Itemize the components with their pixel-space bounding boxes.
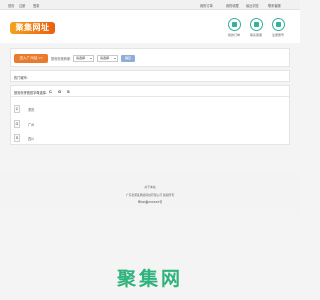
province-finder-label: 按省份找商家:	[51, 57, 72, 61]
finder-panel: 进入广州站 >> 按省份找商家: 请选择 请选择 确定	[10, 48, 290, 67]
footer-copyright: 广东省聚集网络科技有限公司 版权所有	[125, 193, 175, 197]
topbar-link-favorites[interactable]: 我的收藏	[226, 3, 239, 8]
topbar-link-orders[interactable]: 我的订单	[200, 3, 213, 8]
service-icon[interactable]	[250, 18, 263, 31]
site-logo[interactable]: 聚集网址	[10, 22, 55, 34]
list-item: G 广州	[11, 117, 289, 131]
top-bar: 首页 注册 登录 我的订单 我的收藏 最近浏览 联系客服	[0, 0, 300, 10]
letter-badge: S	[14, 133, 20, 142]
list-item: C 重庆	[11, 102, 289, 116]
city-link[interactable]: 重庆	[28, 107, 34, 112]
topbar-link-service[interactable]: 联系客服	[268, 3, 281, 8]
footer-about-link[interactable]: 关于本站	[0, 185, 300, 189]
orders-icon[interactable]	[228, 18, 241, 31]
province-select-value: 请选择	[76, 55, 86, 60]
pinyin-label: 按省份拼音首字母选择:	[14, 90, 47, 95]
topbar-link-home[interactable]: 首页	[8, 3, 14, 8]
pinyin-letter-link[interactable]: G	[58, 89, 61, 94]
province-select[interactable]: 请选择	[73, 54, 94, 62]
list-item: S 四川	[11, 131, 289, 145]
city-link[interactable]: 广州	[28, 122, 34, 127]
quick-link-service[interactable]: 联系客服	[246, 33, 266, 37]
hot-cities-label: 热门城市:	[14, 76, 28, 80]
join-city-button[interactable]: 进入广州站 >>	[14, 54, 48, 63]
city-select-value: 请选择	[100, 55, 110, 60]
city-link[interactable]: 四川	[28, 136, 34, 141]
register-icon[interactable]	[272, 18, 285, 31]
chevron-down-icon	[90, 57, 92, 59]
letter-badge: G	[14, 119, 20, 128]
footer-icp[interactable]: 粤ICP备XXXXXX号	[0, 200, 300, 204]
confirm-button[interactable]: 确定	[121, 54, 135, 62]
quick-link-orders[interactable]: 我的订单	[224, 33, 244, 37]
chevron-down-icon	[114, 57, 116, 59]
city-select[interactable]: 请选择	[97, 54, 118, 62]
topbar-link-recent[interactable]: 最近浏览	[246, 3, 259, 8]
hot-cities-panel: 热门城市:	[10, 70, 290, 82]
pinyin-letter-link[interactable]: C	[49, 89, 52, 94]
quick-link-register[interactable]: 注册账号	[268, 33, 288, 37]
brand-watermark: 聚集网	[116, 268, 183, 290]
pinyin-panel: 按省份拼音首字母选择: C G S C 重庆 G 广州 S 四川	[10, 85, 290, 145]
letter-badge: C	[14, 104, 20, 113]
pinyin-header: 按省份拼音首字母选择: C G S	[11, 86, 289, 97]
site-footer: 关于本站 广东省聚集网络科技有限公司 版权所有 粤ICP备XXXXXX号	[0, 173, 300, 215]
pinyin-letter-link[interactable]: S	[67, 89, 70, 94]
topbar-link-register[interactable]: 注册	[19, 3, 25, 8]
topbar-link-login[interactable]: 登录	[33, 3, 39, 8]
